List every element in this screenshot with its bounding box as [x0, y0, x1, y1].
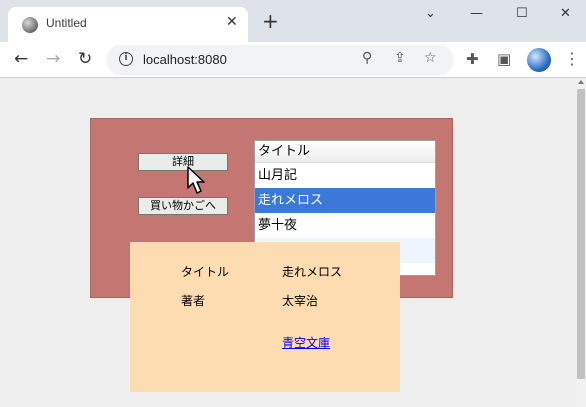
forward-arrow-icon[interactable]: → [46, 50, 60, 68]
detail-title-value: 走れメロス [282, 265, 343, 279]
tab-close-icon[interactable]: ✕ [226, 14, 238, 30]
minimize-icon[interactable]: — [470, 6, 483, 21]
url-text[interactable]: localhost:8080 [143, 52, 227, 67]
tab-search-icon[interactable]: ⌄ [425, 6, 436, 21]
scroll-up-icon[interactable] [578, 80, 584, 84]
detail-author-value: 太宰治 [282, 294, 319, 308]
sidepanel-icon[interactable]: ▣ [497, 50, 511, 68]
window-close-icon[interactable]: ✕ [560, 6, 571, 21]
new-tab-button[interactable]: + [262, 11, 279, 31]
zoom-icon[interactable]: ⚲ [362, 50, 372, 66]
detail-button[interactable]: 詳細 [138, 153, 228, 171]
tab-strip: Untitled ✕ + ⌄ — ☐ ✕ [0, 0, 586, 42]
vertical-scrollbar[interactable] [576, 79, 586, 407]
mouse-cursor-icon [187, 166, 205, 194]
reload-icon[interactable]: ↻ [78, 50, 92, 68]
scrollbar-thumb[interactable] [577, 89, 585, 379]
list-item-selected[interactable]: 走れメロス [255, 188, 435, 213]
detail-title-label: タイトル [181, 265, 230, 279]
add-to-cart-button[interactable]: 買い物かごへ [138, 197, 228, 215]
star-icon[interactable]: ☆ [424, 50, 437, 66]
share-icon[interactable]: ⇪ [394, 50, 406, 66]
detail-author-label: 著者 [181, 294, 206, 308]
browser-toolbar: ← → ↻ i localhost:8080 ⚲ ⇪ ☆ ✚ ▣ ⋮ [0, 42, 586, 78]
browser-tab[interactable]: Untitled ✕ [8, 7, 248, 42]
profile-icon[interactable] [527, 48, 551, 72]
list-item[interactable]: 山月記 [255, 163, 435, 188]
back-arrow-icon[interactable]: ← [14, 50, 28, 68]
list-header[interactable]: タイトル [255, 141, 435, 163]
tab-title: Untitled [46, 16, 87, 30]
maximize-icon[interactable]: ☐ [516, 6, 528, 21]
menu-icon[interactable]: ⋮ [564, 49, 580, 68]
list-item[interactable]: 夢十夜 [255, 213, 435, 238]
info-icon[interactable]: i [119, 52, 133, 66]
detail-popup [130, 242, 400, 392]
aozora-link[interactable]: 青空文庫 [282, 334, 330, 351]
extensions-icon[interactable]: ✚ [466, 50, 479, 68]
globe-icon [22, 17, 38, 33]
address-bar[interactable]: i localhost:8080 ⚲ ⇪ ☆ [106, 45, 454, 75]
